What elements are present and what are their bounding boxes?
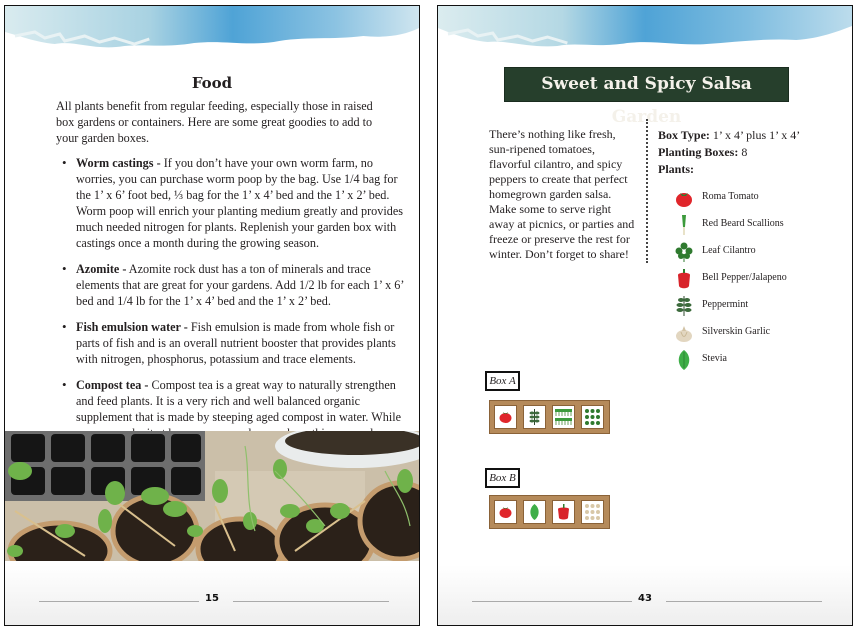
list-item-azomite: Azomite - Azomite rock dust has a ton of…	[62, 261, 406, 309]
seedlings-photo	[5, 431, 419, 561]
item-text: If you don’t have your own worm farm, no…	[76, 156, 403, 250]
item-text: Azomite rock dust has a ton of minerals …	[76, 262, 404, 308]
plant-item-pepper: Bell Pepper/Jalapeno	[674, 269, 834, 289]
watercolor-header	[438, 6, 852, 47]
dotted-divider	[646, 119, 648, 263]
footer-rule-left	[472, 601, 632, 602]
box-a-layout	[489, 400, 610, 434]
box-b-cell-4	[581, 500, 604, 524]
peppermint-icon	[676, 296, 692, 316]
cilantro-icon	[675, 242, 693, 262]
box-a-label: Box A	[485, 371, 520, 391]
plant-name: Leaf Cilantro	[702, 245, 756, 256]
watercolor-header	[5, 6, 419, 48]
list-item-worm-castings: Worm castings - If you don’t have your o…	[62, 155, 406, 251]
seedlings-illustration	[5, 431, 419, 561]
footer-rule-left	[39, 601, 199, 602]
box-a-cell-4	[581, 405, 604, 429]
garden-description: There’s nothing like fresh, sun-ripened …	[489, 127, 635, 261]
item-term: Compost tea -	[76, 378, 149, 392]
plant-name: Bell Pepper/Jalapeno	[702, 272, 787, 283]
plant-name: Roma Tomato	[702, 191, 759, 202]
stevia-icon	[678, 350, 690, 370]
page-43: Sweet and Spicy Salsa Garden There’s not…	[437, 5, 853, 626]
box-b-cell-3	[552, 500, 575, 524]
footer-rule-right	[233, 601, 389, 602]
plants-row: Plants:	[658, 161, 800, 178]
plant-item-scallions: Red Beard Scallions	[674, 215, 834, 235]
page-footer: 15	[5, 593, 419, 609]
item-term: Worm castings -	[76, 156, 161, 170]
page-number: 43	[638, 593, 652, 604]
tomato-icon	[499, 412, 512, 423]
item-term: Fish emulsion water -	[76, 320, 188, 334]
box-b-layout	[489, 495, 610, 529]
box-b-cell-1	[494, 500, 517, 524]
plant-item-cilantro: Leaf Cilantro	[674, 242, 834, 262]
plant-item-roma-tomato: Roma Tomato	[674, 188, 834, 208]
page-title: Food	[191, 74, 233, 92]
garlic-icon	[585, 504, 600, 520]
box-a-cell-1	[494, 405, 517, 429]
plant-name: Stevia	[702, 353, 727, 364]
box-a-cell-2	[523, 405, 546, 429]
box-type-row: Box Type: 1’ x 4’ plus 1’ x 4’	[658, 127, 800, 144]
plant-name: Silverskin Garlic	[702, 326, 771, 337]
scallion-icon	[555, 409, 572, 425]
plant-item-garlic: Silverskin Garlic	[674, 323, 834, 343]
peppermint-icon	[529, 409, 540, 425]
cilantro-icon	[585, 409, 600, 425]
plant-item-stevia: Stevia	[674, 350, 834, 370]
tomato-icon	[499, 507, 512, 518]
box-b-cell-2	[523, 500, 546, 524]
garden-specs: Box Type: 1’ x 4’ plus 1’ x 4’ Planting …	[658, 127, 800, 178]
pepper-icon	[678, 269, 690, 289]
page-number: 15	[205, 593, 219, 604]
box-type-value: 1’ x 4’ plus 1’ x 4’	[709, 128, 801, 142]
planting-boxes-row: Planting Boxes: 8	[658, 144, 800, 161]
intro-paragraph: All plants benefit from regular feeding,…	[56, 99, 373, 145]
tomato-icon	[676, 193, 692, 207]
garlic-icon	[676, 326, 692, 342]
scallion-icon	[682, 215, 686, 235]
stevia-icon	[530, 504, 539, 520]
planting-boxes-label: Planting Boxes:	[658, 145, 739, 159]
box-type-label: Box Type:	[658, 128, 710, 142]
plant-name: Peppermint	[702, 299, 749, 310]
plant-item-peppermint: Peppermint	[674, 296, 834, 316]
box-a-cell-3	[552, 405, 575, 429]
pepper-icon	[558, 504, 569, 520]
plants-label: Plants:	[658, 162, 694, 176]
item-term: Azomite -	[76, 262, 127, 276]
list-item-fish-emulsion: Fish emulsion water - Fish emulsion is m…	[62, 319, 406, 367]
page-footer: 43	[438, 593, 852, 609]
page-title-banner: Sweet and Spicy Salsa Garden	[504, 67, 789, 127]
plant-name: Red Beard Scallions	[702, 218, 784, 229]
box-b-label: Box B	[485, 468, 520, 488]
footer-rule-right	[666, 601, 822, 602]
planting-boxes-value: 8	[738, 145, 748, 159]
feeding-list: Worm castings - If you don’t have your o…	[56, 155, 406, 467]
page-15: Food All plants benefit from regular fee…	[4, 5, 420, 626]
